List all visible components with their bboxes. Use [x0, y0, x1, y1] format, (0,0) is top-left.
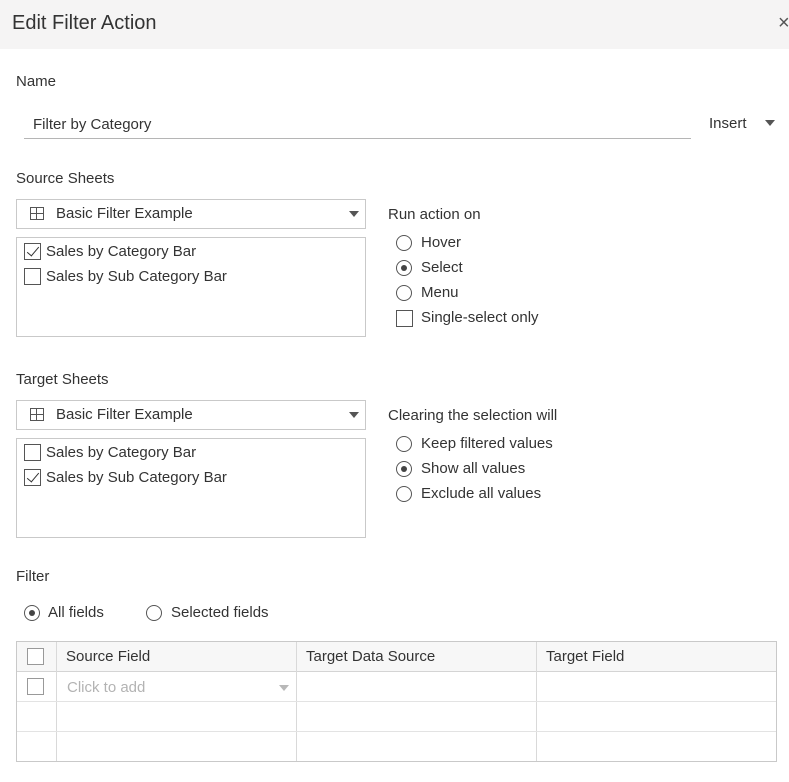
source-sheet-checkbox[interactable]	[24, 243, 41, 260]
keep-filtered-label: Keep filtered values	[421, 435, 553, 452]
show-all-label: Show all values	[421, 460, 526, 477]
run-action-label: Run action on	[388, 206, 481, 223]
column-header-target-data-source[interactable]: Target Data Source	[306, 648, 435, 665]
run-menu-label: Menu	[421, 284, 459, 301]
all-fields-radio[interactable]	[24, 605, 40, 621]
run-hover-radio[interactable]	[396, 235, 412, 251]
add-source-field-dropdown[interactable]: Click to add	[67, 679, 145, 696]
run-hover-label: Hover	[421, 234, 462, 251]
name-label: Name	[16, 73, 57, 90]
target-sheet-checkbox[interactable]	[24, 469, 41, 486]
close-icon[interactable]: ×	[778, 13, 789, 33]
name-input[interactable]	[24, 110, 691, 139]
chevron-down-icon[interactable]	[279, 685, 289, 691]
source-sheets-list: Sales by Category Bar Sales by Sub Categ…	[16, 237, 366, 337]
target-sheet-label: Sales by Category Bar	[46, 444, 197, 461]
keep-filtered-radio[interactable]	[396, 436, 412, 452]
target-sheets-label: Target Sheets	[16, 371, 109, 388]
selected-fields-label: Selected fields	[171, 604, 269, 621]
grid-table-icon	[30, 207, 44, 220]
target-sheet-checkbox[interactable]	[24, 444, 41, 461]
source-sheets-label: Source Sheets	[16, 170, 115, 187]
run-menu-radio[interactable]	[396, 285, 412, 301]
all-fields-label: All fields	[48, 604, 104, 621]
row-divider	[17, 731, 776, 732]
clearing-label: Clearing the selection will	[388, 407, 558, 424]
selected-fields-radio[interactable]	[146, 605, 162, 621]
filter-label: Filter	[16, 568, 50, 585]
dialog-title: Edit Filter Action	[12, 12, 157, 34]
column-header-source-field[interactable]: Source Field	[66, 648, 150, 665]
target-sheets-dropdown[interactable]: Basic Filter Example	[16, 400, 366, 430]
row-divider	[17, 701, 776, 702]
single-select-checkbox[interactable]	[396, 310, 413, 327]
source-sheet-label: Sales by Sub Category Bar	[46, 268, 227, 285]
chevron-down-icon	[349, 412, 359, 418]
run-select-radio[interactable]	[396, 260, 412, 276]
field-mapping-table: Source Field Target Data Source Target F…	[16, 641, 777, 762]
source-sheet-label: Sales by Category Bar	[46, 243, 197, 260]
source-sheet-checkbox[interactable]	[24, 268, 41, 285]
run-select-label: Select	[421, 259, 463, 276]
chevron-down-icon	[349, 211, 359, 217]
insert-menu-button[interactable]: Insert	[709, 115, 747, 132]
single-select-label: Single-select only	[421, 309, 539, 326]
select-all-checkbox[interactable]	[27, 648, 44, 665]
exclude-all-label: Exclude all values	[421, 485, 542, 502]
exclude-all-radio[interactable]	[396, 486, 412, 502]
source-sheets-dropdown[interactable]: Basic Filter Example	[16, 199, 366, 229]
show-all-radio[interactable]	[396, 461, 412, 477]
dialog-titlebar: Edit Filter Action ×	[0, 0, 789, 49]
table-header: Source Field Target Data Source Target F…	[17, 642, 776, 672]
target-dropdown-value: Basic Filter Example	[56, 406, 193, 423]
target-sheets-list: Sales by Category Bar Sales by Sub Categ…	[16, 438, 366, 538]
chevron-down-icon[interactable]	[765, 120, 775, 126]
source-dropdown-value: Basic Filter Example	[56, 205, 193, 222]
target-sheet-label: Sales by Sub Category Bar	[46, 469, 227, 486]
grid-table-icon	[30, 408, 44, 421]
row-checkbox[interactable]	[27, 678, 44, 695]
column-header-target-field[interactable]: Target Field	[546, 648, 624, 665]
